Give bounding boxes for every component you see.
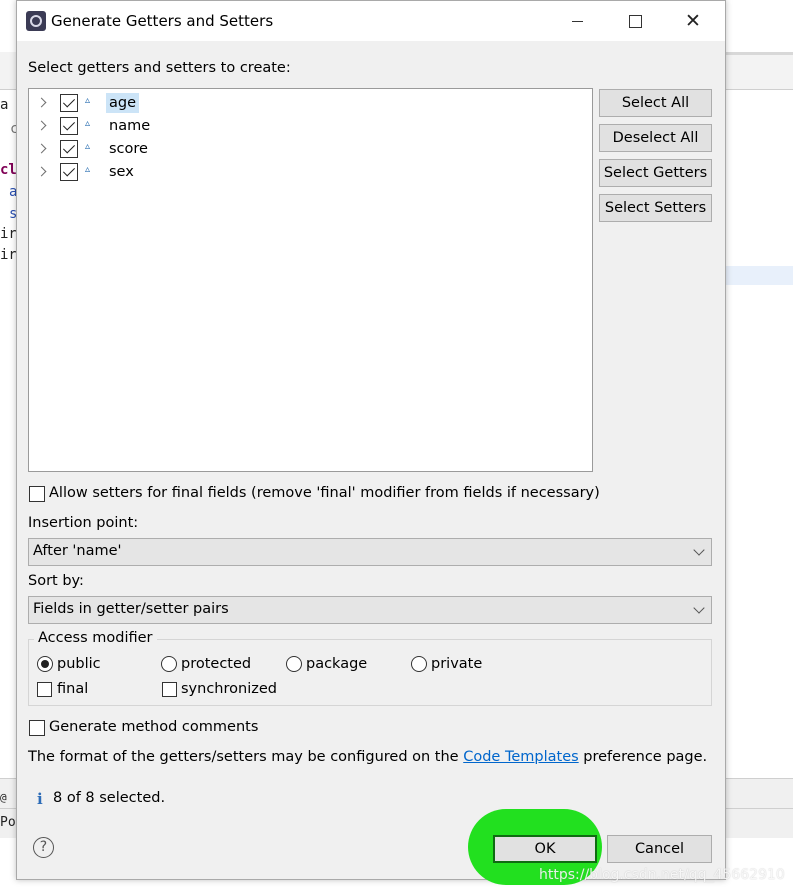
code-fragment: ir <box>0 226 17 242</box>
format-note-text: preference page. <box>583 749 708 765</box>
protected-radio[interactable] <box>161 656 177 672</box>
generate-getters-setters-dialog: Generate Getters and Setters ✕ Select ge… <box>16 0 726 885</box>
allow-final-checkbox[interactable] <box>29 486 45 502</box>
field-label: name <box>109 118 151 134</box>
minimize-icon[interactable] <box>564 9 590 33</box>
field-checkbox[interactable] <box>60 140 78 158</box>
sort-by-label: Sort by: <box>28 573 84 589</box>
background-line-highlight <box>724 266 793 285</box>
tree-row-score[interactable]: ▵ score <box>29 138 589 160</box>
field-icon: ▵ <box>85 118 91 129</box>
insertion-point-value: After 'name' <box>33 543 122 559</box>
help-icon[interactable]: ? <box>33 837 54 858</box>
final-label: final <box>57 681 89 697</box>
prompt-label: Select getters and setters to create: <box>28 60 291 76</box>
info-icon: i <box>37 790 43 808</box>
public-label: public <box>57 656 101 672</box>
chevron-right-icon[interactable] <box>37 120 49 132</box>
synchronized-checkbox[interactable] <box>162 682 177 697</box>
generate-comments-label: Generate method comments <box>49 719 259 735</box>
cancel-button[interactable]: Cancel <box>607 835 712 863</box>
generate-comments-checkbox[interactable] <box>29 720 45 736</box>
watermark: https://blog.csdn.net/qq_45662910 <box>539 867 785 883</box>
deselect-all-button[interactable]: Deselect All <box>599 124 712 152</box>
field-label: sex <box>109 164 134 180</box>
code-templates-link[interactable]: Code Templates <box>463 749 578 765</box>
chevron-right-icon[interactable] <box>37 143 49 155</box>
select-all-button[interactable]: Select All <box>599 89 712 117</box>
public-radio[interactable] <box>37 656 53 672</box>
code-fragment: ir <box>0 247 17 263</box>
access-modifier-title: Access modifier <box>34 630 157 646</box>
fields-tree[interactable]: ▵ age ▵ name ▵ score ▵ sex <box>28 88 593 472</box>
field-checkbox[interactable] <box>60 94 78 112</box>
background-divider <box>726 52 793 55</box>
private-radio[interactable] <box>411 656 427 672</box>
field-checkbox[interactable] <box>60 163 78 181</box>
chevron-down-icon <box>693 544 705 556</box>
chevron-right-icon[interactable] <box>37 166 49 178</box>
protected-label: protected <box>181 656 252 672</box>
field-icon: ▵ <box>85 164 91 175</box>
final-checkbox[interactable] <box>37 682 52 697</box>
tree-row-age[interactable]: ▵ age <box>29 92 589 114</box>
sort-by-value: Fields in getter/setter pairs <box>33 601 229 617</box>
synchronized-label: synchronized <box>181 681 277 697</box>
close-icon[interactable]: ✕ <box>680 9 706 33</box>
private-label: private <box>431 656 483 672</box>
eclipse-icon <box>26 11 46 31</box>
dialog-title: Generate Getters and Setters <box>51 12 274 30</box>
access-modifier-group <box>28 639 712 706</box>
title-bar[interactable]: Generate Getters and Setters ✕ <box>17 1 725 41</box>
code-fragment: Po <box>0 815 16 830</box>
tree-row-name[interactable]: ▵ name <box>29 115 589 137</box>
insertion-point-select[interactable]: After 'name' <box>28 538 712 566</box>
field-checkbox[interactable] <box>60 117 78 135</box>
package-radio[interactable] <box>286 656 302 672</box>
field-icon: ▵ <box>85 95 91 106</box>
code-fragment: cl <box>0 162 17 178</box>
allow-final-label: Allow setters for final fields (remove '… <box>49 485 600 501</box>
field-icon: ▵ <box>85 141 91 152</box>
code-fragment: @ <box>0 791 7 804</box>
selection-status: 8 of 8 selected. <box>53 790 166 806</box>
tree-row-sex[interactable]: ▵ sex <box>29 161 589 183</box>
maximize-icon[interactable] <box>622 9 648 33</box>
format-note: The format of the getters/setters may be… <box>28 749 707 765</box>
field-label: score <box>109 141 148 157</box>
format-note-text: The format of the getters/setters may be… <box>28 749 459 765</box>
code-fragment: a <box>0 97 9 113</box>
select-getters-button[interactable]: Select Getters <box>599 159 712 187</box>
ok-button[interactable]: OK <box>493 835 597 863</box>
select-setters-button[interactable]: Select Setters <box>599 194 712 222</box>
chevron-right-icon[interactable] <box>37 97 49 109</box>
insertion-point-label: Insertion point: <box>28 515 139 531</box>
field-label: age <box>106 93 140 113</box>
package-label: package <box>306 656 368 672</box>
chevron-down-icon <box>693 602 705 614</box>
sort-by-select[interactable]: Fields in getter/setter pairs <box>28 596 712 624</box>
